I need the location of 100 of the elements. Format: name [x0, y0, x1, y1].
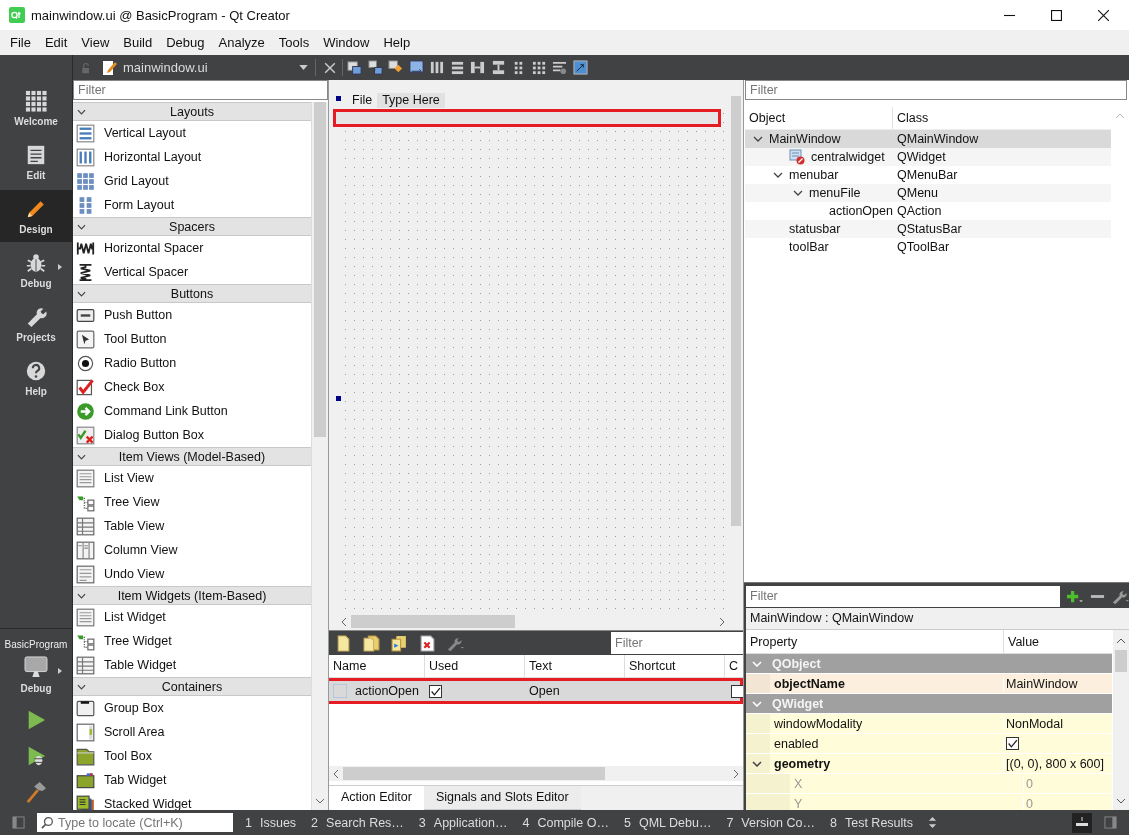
widget-item[interactable]: Horizontal Layout [73, 145, 311, 169]
scrollbar[interactable] [311, 102, 328, 810]
rows-icon[interactable] [449, 60, 465, 75]
column-header[interactable]: Text [525, 655, 625, 677]
dropdown-caret-icon[interactable] [299, 65, 308, 70]
output-pane-button[interactable]: 5 QML Debu… [617, 815, 718, 830]
widget-item[interactable]: Tree Widget [73, 629, 311, 653]
tree-row[interactable]: menuFile QMenu [745, 184, 1111, 202]
chevron-icon[interactable] [752, 760, 762, 767]
widget-item[interactable]: Group Box [73, 696, 311, 720]
delete-document-icon[interactable] [419, 634, 436, 652]
property-value[interactable]: [(0, 0), 800 x 600] [1006, 756, 1104, 771]
plus-icon[interactable] [1066, 588, 1083, 604]
scroll-left-icon[interactable] [341, 616, 347, 627]
chevron-icon[interactable] [753, 136, 763, 142]
menu-item[interactable]: View [74, 33, 117, 52]
documents-icon[interactable] [363, 634, 380, 652]
widget-item[interactable]: Vertical Spacer [73, 260, 311, 284]
widget-item[interactable]: Vertical Layout [73, 121, 311, 145]
widget-item[interactable]: Tree View [73, 490, 311, 514]
menu-item[interactable]: Debug [159, 33, 212, 52]
widget-item[interactable]: Tool Button [73, 327, 311, 351]
column-header[interactable]: Object [745, 107, 893, 129]
new-document-icon[interactable] [335, 634, 352, 652]
filter-field[interactable]: Filter [73, 80, 328, 100]
widget-item[interactable]: Table Widget [73, 653, 311, 677]
property-value[interactable]: NonModal [1006, 716, 1063, 731]
form-menu-item[interactable]: File [347, 93, 378, 108]
table-row[interactable]: actionOpen Open [329, 678, 743, 704]
property-value[interactable]: MainWindow [1006, 676, 1078, 691]
scroll-up-icon[interactable] [1116, 638, 1126, 644]
chevron-icon[interactable] [793, 190, 803, 196]
category-header[interactable]: Item Widgets (Item-Based) [73, 586, 311, 605]
progress-toggle-icon[interactable] [1072, 812, 1092, 833]
tree-row[interactable]: menubar QMenuBar [745, 166, 1111, 184]
column-header[interactable]: Used [425, 655, 525, 677]
widget-item[interactable]: Column View [73, 538, 311, 562]
selection-handle[interactable] [336, 96, 341, 101]
hammer-icon[interactable] [25, 781, 47, 803]
output-pane-button[interactable]: 7 Version Co… [720, 815, 821, 830]
widget-item[interactable]: List View [73, 466, 311, 490]
widget-item[interactable]: Push Button [73, 303, 311, 327]
filter-field[interactable]: Filter [745, 80, 1127, 100]
chevron-icon[interactable] [773, 172, 783, 178]
break-layout-icon[interactable] [552, 60, 567, 75]
scroll-left-icon[interactable] [333, 768, 339, 779]
close-document-icon[interactable] [324, 61, 336, 74]
open-file-name[interactable]: mainwindow.ui [123, 60, 299, 75]
widget-item[interactable]: Check Box [73, 375, 311, 399]
output-pane-button[interactable]: 4 Compile O… [516, 815, 615, 830]
tree-row[interactable]: toolBar QToolBar [745, 238, 1111, 256]
menu-item[interactable]: File [3, 33, 38, 52]
mode-button[interactable]: Help [0, 352, 72, 404]
menu-item[interactable]: Edit [37, 33, 75, 52]
locator-field[interactable]: Type to locate (Ctrl+K) [37, 813, 233, 832]
close-icon[interactable] [1098, 9, 1109, 21]
output-pane-button[interactable]: 8 Test Results [824, 815, 920, 830]
scroll-thumb[interactable] [731, 96, 741, 526]
scroll-down-icon[interactable] [1116, 798, 1126, 804]
tree-row[interactable]: centralwidget QWidget [745, 148, 1111, 166]
split-horizontal-icon[interactable] [470, 60, 485, 75]
widget-item[interactable]: Dialog Button Box [73, 423, 311, 447]
checkbox[interactable] [429, 684, 442, 698]
type-here-placeholder[interactable]: Type Here [377, 93, 445, 108]
selection-handle[interactable] [336, 396, 341, 401]
form-toolbar[interactable] [333, 109, 721, 127]
menu-item[interactable]: Tools [271, 33, 317, 52]
maximize-icon[interactable] [1051, 9, 1062, 21]
wrench-icon[interactable] [1112, 588, 1129, 604]
widget-item[interactable]: Form Layout [73, 193, 311, 217]
checkbox[interactable] [731, 684, 743, 698]
category-header[interactable]: Layouts [73, 102, 311, 121]
grid-layout-icon[interactable] [531, 60, 547, 75]
column-header[interactable]: Property [746, 630, 1004, 653]
output-pane-button[interactable]: 2 Search Res… [305, 815, 410, 830]
widget-item[interactable]: Scroll Area [73, 720, 311, 744]
form-edit-icon[interactable] [347, 60, 362, 75]
filter-field[interactable]: Filter [746, 585, 1060, 607]
scroll-right-icon[interactable] [733, 768, 739, 779]
copy-document-icon[interactable] [391, 634, 408, 652]
menu-item[interactable]: Analyze [211, 33, 272, 52]
widget-item[interactable]: Undo View [73, 562, 311, 586]
mode-button[interactable]: Design [0, 190, 72, 242]
columns-icon[interactable] [429, 60, 444, 75]
signal-edit-icon[interactable] [367, 60, 383, 75]
buddy-edit-icon[interactable] [388, 60, 403, 75]
tab-order-icon[interactable] [408, 60, 424, 75]
widget-item[interactable]: Radio Button [73, 351, 311, 375]
output-pane-button[interactable]: 3 Application… [412, 815, 514, 830]
menu-item[interactable]: Build [116, 33, 160, 52]
category-header[interactable]: Containers [73, 677, 311, 696]
mode-button[interactable]: Projects [0, 298, 72, 350]
menu-item[interactable]: Help [376, 33, 418, 52]
category-header[interactable]: Buttons [73, 284, 311, 303]
column-header[interactable]: Class [893, 111, 1111, 125]
column-header[interactable]: Shortcut [625, 655, 725, 677]
widget-item[interactable]: Grid Layout [73, 169, 311, 193]
scroll-right-icon[interactable] [719, 616, 725, 627]
widget-item[interactable]: Command Link Button [73, 399, 311, 423]
mode-button[interactable]: Welcome [0, 82, 72, 134]
